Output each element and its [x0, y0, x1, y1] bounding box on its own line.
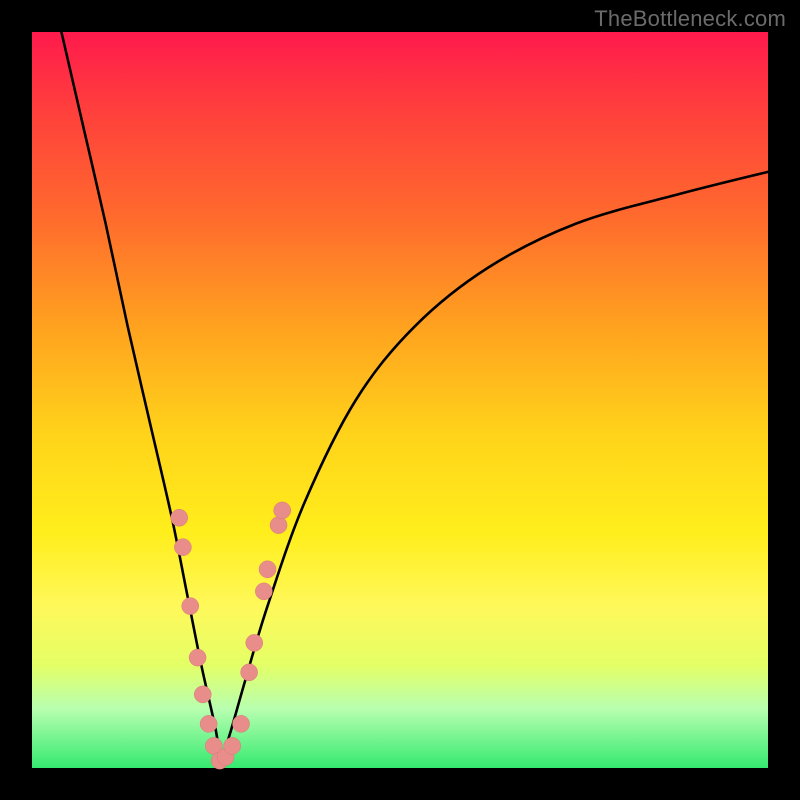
data-marker [233, 715, 250, 732]
plot-group [61, 32, 768, 769]
chart-svg [0, 0, 800, 800]
bottleneck-curve [61, 32, 768, 762]
data-marker [270, 517, 287, 534]
data-marker [224, 737, 241, 754]
data-marker [174, 539, 191, 556]
data-marker [274, 502, 291, 519]
data-marker [246, 634, 263, 651]
data-marker [194, 686, 211, 703]
data-marker [182, 598, 199, 615]
data-marker [189, 649, 206, 666]
data-marker [259, 561, 276, 578]
data-marker [255, 583, 272, 600]
data-marker [241, 664, 258, 681]
data-marker [171, 509, 188, 526]
data-marker [200, 715, 217, 732]
